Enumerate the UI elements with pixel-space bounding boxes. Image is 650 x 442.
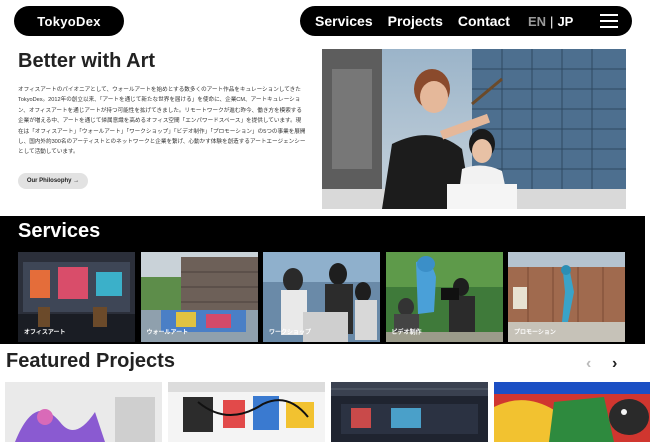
service-card-label: ワークショップ	[269, 330, 312, 336]
project-thumbnail[interactable]	[5, 382, 162, 442]
carousel-prev-icon[interactable]: ‹	[586, 355, 591, 373]
service-card-wall-art[interactable]: ウォールアート	[140, 252, 258, 342]
service-card-label: プロモーション	[514, 330, 556, 336]
project-thumbnail[interactable]	[331, 382, 488, 442]
language-switch: EN | JP	[528, 14, 573, 29]
service-card-promotion[interactable]: プロモーション	[508, 252, 625, 342]
carousel-next-icon[interactable]: ›	[612, 355, 617, 373]
featured-projects-carousel	[5, 382, 650, 442]
hero-photo	[322, 49, 626, 209]
service-card-label: オフィスアート	[24, 330, 66, 336]
main-nav: Services Projects Contact EN | JP	[300, 6, 632, 36]
lang-separator: |	[550, 13, 554, 29]
philosophy-button[interactable]: Our Philosophy →	[18, 173, 88, 189]
service-card-workshop[interactable]: ワークショップ	[263, 252, 380, 342]
service-card-label: ウォールアート	[146, 330, 189, 336]
service-card-video[interactable]: ビデオ制作	[385, 252, 503, 342]
hero-description: オフィスアートのパイオニアとして、ウォールアートを始めとする数多くのアート作品を…	[18, 87, 306, 156]
nav-projects[interactable]: Projects	[388, 13, 443, 29]
lang-jp[interactable]: JP	[557, 14, 573, 29]
logo[interactable]: TokyoDex	[14, 6, 124, 36]
services-section: Services オフィスアート ウォールアート ワークショップ ビデオ制作 プ…	[0, 216, 645, 344]
nav-services[interactable]: Services	[315, 13, 373, 29]
lang-en[interactable]: EN	[528, 14, 546, 29]
nav-contact[interactable]: Contact	[458, 13, 510, 29]
hamburger-menu-icon[interactable]	[600, 14, 618, 28]
project-thumbnail[interactable]	[494, 382, 650, 442]
service-card-office-art[interactable]: オフィスアート	[18, 252, 135, 342]
service-card-label: ビデオ制作	[391, 330, 422, 336]
hero-title: Better with Art	[18, 50, 156, 72]
project-thumbnail[interactable]	[168, 382, 325, 442]
featured-projects-title: Featured Projects	[6, 350, 175, 372]
services-title: Services	[18, 220, 101, 242]
